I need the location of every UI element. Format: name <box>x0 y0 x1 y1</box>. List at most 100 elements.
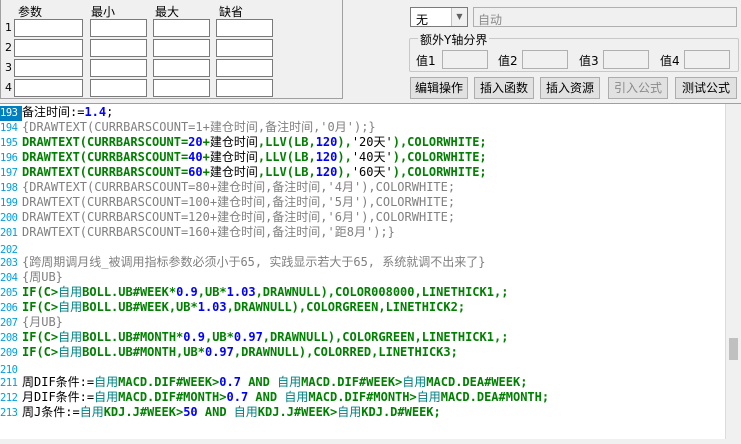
code-token: ),COLORWHITE; <box>392 150 487 164</box>
param-min-input[interactable] <box>90 19 147 37</box>
value-input-2[interactable] <box>522 50 568 69</box>
param-max-input[interactable] <box>153 59 210 77</box>
param-max-input[interactable] <box>153 39 210 57</box>
code-token: 1.03 <box>197 300 227 314</box>
param-default-input[interactable] <box>216 19 273 37</box>
code-token: + <box>202 135 210 149</box>
code-token: DRAWTEXT(CURRBARSCOUNT=160+建仓时间,备注时间,'距8… <box>22 225 395 239</box>
line-number: 197 <box>0 167 18 179</box>
code-line[interactable]: 201 DRAWTEXT(CURRBARSCOUNT=160+建仓时间,备注时间,… <box>0 225 395 240</box>
code-token: 月DIF条件:= <box>22 390 95 404</box>
test-formula-button[interactable]: 测试公式 <box>675 77 737 99</box>
line-number: 193 <box>0 106 22 121</box>
code-line[interactable]: 198 {DRAWTEXT(CURRBARSCOUNT=80+建仓时间,备注时间,… <box>0 180 455 195</box>
insert-resource-button[interactable]: 插入资源 <box>540 77 600 99</box>
value-input-1[interactable] <box>442 50 488 69</box>
horizontal-scrollbar[interactable] <box>0 439 741 444</box>
code-token: 120 <box>315 135 338 149</box>
param-name-input[interactable] <box>14 59 83 77</box>
param-min-input[interactable] <box>90 59 147 77</box>
code-token: 自用 <box>337 405 362 419</box>
value-input-4[interactable] <box>684 50 730 69</box>
param-row-number: 1 <box>5 21 12 34</box>
code-token: + <box>202 165 210 179</box>
code-line[interactable]: 197 DRAWTEXT(CURRBARSCOUNT=60+建仓时间,LLV(LB… <box>0 165 487 180</box>
code-token: 0.7 <box>226 390 249 404</box>
code-line[interactable]: 207 {月UB} <box>0 315 63 330</box>
param-default-input[interactable] <box>216 79 273 97</box>
param-min-input[interactable] <box>90 79 147 97</box>
param-name-input[interactable] <box>14 39 83 57</box>
code-line[interactable]: 212 月DIF条件:=自用MACD.DIF#MONTH>0.7 AND 自用MA… <box>0 390 549 405</box>
code-token: 建仓时间 <box>209 150 258 164</box>
line-number: 207 <box>0 317 18 329</box>
code-token: BOLL.UB#WEEK,UB* <box>82 300 198 314</box>
code-line[interactable]: 211 周DIF条件:=自用MACD.DIF#WEEK>0.7 AND 自用MAC… <box>0 375 527 390</box>
code-token: 60 <box>188 165 203 179</box>
auto-field-value: 自动 <box>478 13 503 27</box>
param-max-input[interactable] <box>153 79 210 97</box>
import-formula-button[interactable]: 引入公式 <box>608 77 668 99</box>
value-input-3[interactable] <box>603 50 649 69</box>
scrollbar-thumb[interactable] <box>729 338 738 360</box>
code-line[interactable]: 194 {DRAWTEXT(CURRBARSCOUNT=1+建仓时间,备注时间,'… <box>0 120 376 135</box>
code-line[interactable]: 205 IF(C>自用BOLL.UB#WEEK*0.9,UB*1.03,DRAWN… <box>0 285 508 300</box>
code-line[interactable]: 204 {周UB} <box>0 270 63 285</box>
line-number: 199 <box>0 197 18 209</box>
chevron-down-icon[interactable]: ▼ <box>451 8 467 26</box>
code-line[interactable]: 200 DRAWTEXT(CURRBARSCOUNT=120+建仓时间,备注时间,… <box>0 210 455 225</box>
code-token: {跨周期调月线_被调用指标参数必须小于65, 实践显示若大于65, 系统就调不出… <box>22 255 486 269</box>
code-line[interactable]: 199 DRAWTEXT(CURRBARSCOUNT=100+建仓时间,备注时间,… <box>0 195 455 210</box>
code-token: IF(C> <box>22 285 59 299</box>
type-select-value: 无 <box>416 13 429 27</box>
code-token: DRAWTEXT(CURRBARSCOUNT= <box>22 165 189 179</box>
code-line[interactable]: 206 IF(C>自用BOLL.UB#WEEK,UB*1.03,DRAWNULL)… <box>0 300 465 315</box>
type-select[interactable]: 无 ▼ <box>410 7 468 27</box>
code-line[interactable]: 209 IF(C>自用BOLL.UB#MONTH,UB*0.97,DRAWNULL… <box>0 345 458 360</box>
code-token: 1.03 <box>226 285 256 299</box>
code-token: IF(C> <box>22 300 59 314</box>
param-name-input[interactable] <box>14 19 83 37</box>
param-max-input[interactable] <box>153 19 210 37</box>
code-token: AND <box>240 375 278 389</box>
code-line[interactable]: 213 周J条件:=自用KDJ.J#WEEK>50 AND 自用KDJ.J#WEE… <box>0 405 441 420</box>
code-token: ; <box>106 105 114 119</box>
auto-field[interactable]: 自动 <box>473 7 737 27</box>
code-line[interactable]: 193 备注时间:=1.4; <box>0 105 114 121</box>
code-token: 50 <box>183 405 198 419</box>
vertical-scrollbar[interactable] <box>725 104 741 444</box>
param-header-default: 缺省 <box>219 5 244 19</box>
code-token: BOLL.UB#WEEK* <box>82 285 177 299</box>
code-token: MACD.DEA#MONTH; <box>440 390 550 404</box>
code-line[interactable]: 208 IF(C>自用BOLL.UB#MONTH*0.9,UB*0.97,DRAW… <box>0 330 508 345</box>
line-number: 201 <box>0 227 18 239</box>
line-number: 198 <box>0 182 18 194</box>
insert-function-button[interactable]: 插入函数 <box>474 77 534 99</box>
edit-operation-button[interactable]: 编辑操作 <box>410 77 468 99</box>
code-line[interactable]: 196 DRAWTEXT(CURRBARSCOUNT=40+建仓时间,LLV(LB… <box>0 150 487 165</box>
param-header-max: 最大 <box>155 5 180 19</box>
code-token: IF(C> <box>22 345 59 359</box>
code-editor[interactable]: 193 备注时间:=1.4; 194 {DRAWTEXT(CURRBARSCOUNT=… <box>0 103 741 444</box>
line-number: 206 <box>0 302 18 314</box>
code-token: AND <box>248 390 285 404</box>
param-name-input[interactable] <box>14 79 83 97</box>
right-panel: 无 ▼ 自动 额外Y轴分界 值1 值2 值3 值4 编辑操作 插入函数 插入资源… <box>406 0 741 99</box>
code-token: 0.97 <box>204 345 234 359</box>
code-token: 建仓时间 <box>209 165 258 179</box>
line-number: 196 <box>0 152 18 164</box>
code-line[interactable]: 203 {跨周期调月线_被调用指标参数必须小于65, 实践显示若大于65, 系统就… <box>0 255 485 270</box>
param-default-input[interactable] <box>216 59 273 77</box>
code-token: 自用 <box>58 345 83 359</box>
y-axis-group-title: 额外Y轴分界 <box>418 31 490 48</box>
code-token: 0.7 <box>219 375 241 389</box>
code-token: ), <box>337 135 352 149</box>
line-number: 212 <box>0 392 18 404</box>
code-line[interactable]: 195 DRAWTEXT(CURRBARSCOUNT=20+建仓时间,LLV(LB… <box>0 135 487 150</box>
code-token: MACD.DIF#WEEK> <box>301 375 403 389</box>
param-min-input[interactable] <box>90 39 147 57</box>
code-token: DRAWTEXT(CURRBARSCOUNT=120+建仓时间,备注时间,'6月… <box>22 210 456 224</box>
code-token: 周DIF条件:= <box>22 375 95 389</box>
param-default-input[interactable] <box>216 39 273 57</box>
param-row-number: 3 <box>5 61 12 74</box>
